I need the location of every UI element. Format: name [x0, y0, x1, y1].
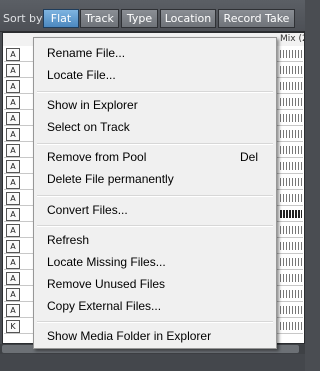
menu-separator: [37, 195, 273, 197]
waveform-thumbnail: [280, 258, 302, 266]
waveform-thumbnail: [280, 322, 302, 330]
waveform-thumbnail: [280, 274, 302, 282]
waveform-thumbnail: [280, 306, 302, 314]
menu-item-remove-from-pool[interactable]: Remove from Pool Del: [36, 146, 274, 168]
menu-item-label: Show in Explorer: [47, 98, 138, 112]
menu-item-show-in-explorer[interactable]: Show in Explorer: [36, 94, 274, 116]
waveform-thumbnail: [280, 210, 302, 218]
menu-item-remove-unused-files[interactable]: Remove Unused Files: [36, 273, 274, 295]
sort-toolbar: Sort by: Flat Track Type Location Record…: [0, 0, 305, 32]
menu-item-copy-external-files[interactable]: Copy External Files...: [36, 295, 274, 317]
sort-type-button[interactable]: Type: [121, 9, 158, 28]
waveform-thumbnail: [280, 82, 302, 90]
menu-item-rename-file[interactable]: Rename File...: [36, 42, 274, 64]
waveform-thumbnail: [280, 162, 302, 170]
waveform-thumbnail: [280, 194, 302, 202]
row-type-cell: A: [6, 304, 20, 317]
row-type-cell: A: [6, 272, 20, 285]
row-type-cell: A: [6, 288, 20, 301]
row-type-cell: A: [6, 160, 20, 173]
row-type-cell: K: [6, 320, 20, 333]
menu-item-label: Delete File permanently: [47, 172, 174, 186]
sort-flat-button[interactable]: Flat: [43, 9, 79, 28]
menu-separator: [37, 225, 273, 227]
menu-item-label: Locate Missing Files...: [47, 255, 166, 269]
menu-separator: [37, 91, 273, 93]
sort-location-button[interactable]: Location: [160, 9, 216, 28]
menu-item-label: Locate File...: [47, 68, 116, 82]
row-type-cell: A: [6, 192, 20, 205]
menu-item-locate-missing-files[interactable]: Locate Missing Files...: [36, 251, 274, 273]
menu-item-label: Remove Unused Files: [47, 277, 166, 291]
menu-separator: [37, 321, 273, 323]
waveform-thumbnail: [280, 66, 302, 74]
row-type-cell: A: [6, 96, 20, 109]
row-type-cell: A: [6, 224, 20, 237]
menu-item-locate-file[interactable]: Locate File...: [36, 64, 274, 86]
menu-separator: [37, 143, 273, 145]
row-type-cell: A: [6, 112, 20, 125]
pool-header-text: Mix (2: [280, 34, 304, 44]
row-type-cell: A: [6, 64, 20, 77]
row-type-cell: A: [6, 240, 20, 253]
menu-item-label: Rename File...: [47, 46, 126, 60]
row-type-cell: A: [6, 208, 20, 221]
waveform-thumbnail: [280, 178, 302, 186]
menu-item-label: Show Media Folder in Explorer: [47, 329, 212, 343]
bottom-pane: [0, 354, 305, 371]
menu-item-label: Remove from Pool: [47, 150, 147, 164]
waveform-thumbnail: [280, 226, 302, 234]
sort-track-button[interactable]: Track: [80, 9, 119, 28]
waveform-thumbnail: [280, 50, 302, 58]
row-type-cell: A: [6, 256, 20, 269]
menu-item-shortcut: Del: [240, 150, 259, 164]
menu-item-label: Convert Files...: [47, 203, 128, 217]
row-type-cell: A: [6, 144, 20, 157]
row-type-cell: A: [6, 128, 20, 141]
row-type-cell: A: [6, 48, 20, 61]
menu-item-show-media-folder[interactable]: Show Media Folder in Explorer: [36, 325, 274, 347]
menu-item-delete-file-permanently[interactable]: Delete File permanently: [36, 168, 274, 190]
context-menu: Rename File... Locate File... Show in Ex…: [33, 37, 277, 349]
menu-item-refresh[interactable]: Refresh: [36, 229, 274, 251]
menu-item-label: Refresh: [47, 233, 90, 247]
waveform-thumbnail: [280, 290, 302, 298]
menu-item-label: Copy External Files...: [47, 299, 162, 313]
waveform-thumbnail: [280, 130, 302, 138]
menu-item-select-on-track[interactable]: Select on Track: [36, 116, 274, 138]
sort-record-take-button[interactable]: Record Take: [218, 9, 295, 28]
waveform-thumbnail: [280, 242, 302, 250]
waveform-thumbnail: [280, 146, 302, 154]
sort-by-label: Sort by:: [3, 12, 46, 25]
row-type-cell: A: [6, 176, 20, 189]
menu-item-label: Select on Track: [47, 120, 130, 134]
menu-item-convert-files[interactable]: Convert Files...: [36, 199, 274, 221]
waveform-thumbnail: [280, 114, 302, 122]
row-type-cell: A: [6, 80, 20, 93]
waveform-thumbnail: [280, 98, 302, 106]
